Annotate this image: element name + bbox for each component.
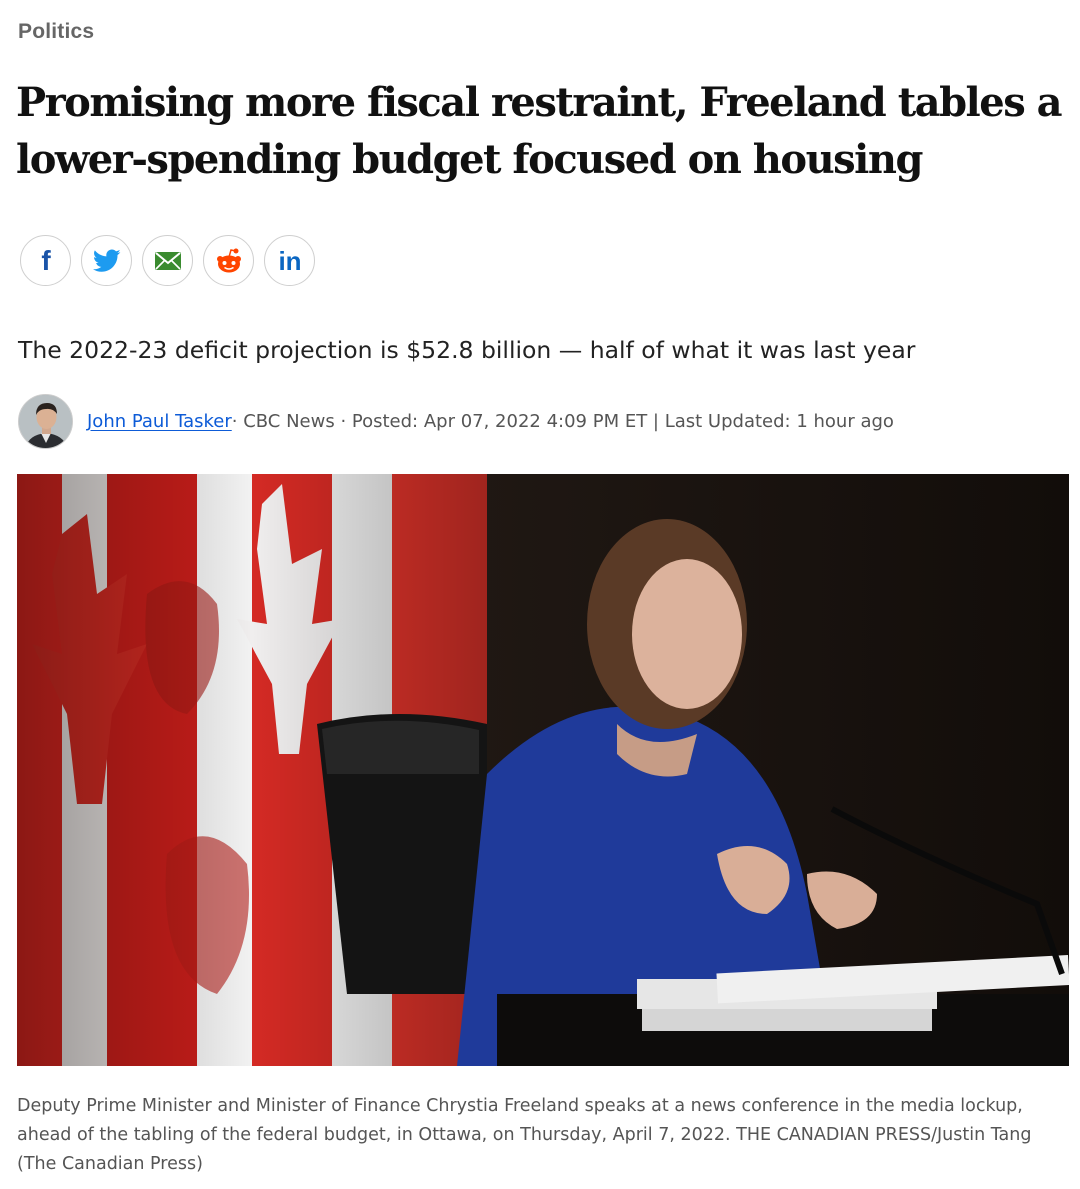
article-headline: Promising more fiscal restraint, Freelan… — [16, 79, 1063, 183]
author-link[interactable]: John Paul Tasker — [87, 411, 232, 432]
share-bar: f in — [20, 235, 315, 286]
share-linkedin-button[interactable]: in — [264, 235, 315, 286]
photo-caption: Deputy Prime Minister and Minister of Fi… — [17, 1096, 1032, 1174]
byline-meta: · CBC News · Posted: Apr 07, 2022 4:09 P… — [231, 411, 894, 432]
linkedin-icon: in — [278, 246, 301, 276]
share-reddit-button[interactable] — [203, 235, 254, 286]
email-icon — [154, 251, 181, 270]
author-avatar[interactable] — [18, 394, 73, 449]
twitter-icon — [92, 248, 121, 272]
share-facebook-button[interactable]: f — [20, 235, 71, 286]
reddit-icon — [216, 248, 241, 272]
share-email-button[interactable] — [142, 235, 193, 286]
article-deck: The 2022-23 deficit projection is $52.8 … — [18, 336, 916, 364]
byline: John Paul Tasker · CBC News · Posted: Ap… — [18, 393, 894, 450]
svg-text:f: f — [41, 246, 51, 276]
section-label[interactable]: Politics — [18, 20, 94, 44]
svg-text:in: in — [278, 246, 301, 276]
facebook-icon: f — [41, 246, 51, 276]
lead-photo — [17, 474, 1069, 1066]
share-twitter-button[interactable] — [81, 235, 132, 286]
